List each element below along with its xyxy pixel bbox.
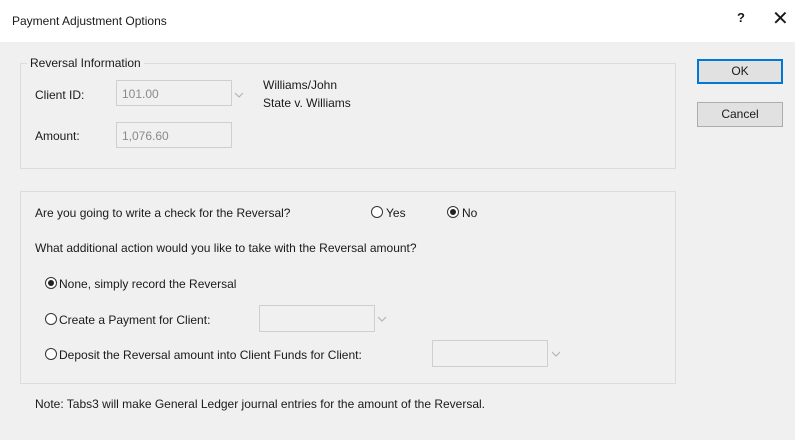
chevron-down-icon[interactable] xyxy=(233,89,245,101)
note-text: Note: Tabs3 will make General Ledger jou… xyxy=(35,397,486,411)
chevron-down-icon[interactable] xyxy=(376,313,388,325)
reversal-information-legend: Reversal Information xyxy=(27,56,144,70)
client-name: Williams/John xyxy=(263,78,338,92)
payment-label[interactable]: Create a Payment for Client: xyxy=(59,313,210,327)
action-question: What additional action would you like to… xyxy=(35,241,417,255)
payment-client-field[interactable] xyxy=(259,305,375,332)
amount-field[interactable]: 1,076.60 xyxy=(116,122,232,148)
check-question: Are you going to write a check for the R… xyxy=(35,206,291,220)
chevron-down-icon[interactable] xyxy=(550,348,562,360)
client-id-label: Client ID: xyxy=(35,88,85,102)
deposit-label[interactable]: Deposit the Reversal amount into Client … xyxy=(59,348,362,362)
help-button[interactable]: ? xyxy=(737,10,745,25)
none-radio[interactable] xyxy=(45,277,57,289)
yes-radio[interactable] xyxy=(371,206,383,218)
no-radio[interactable] xyxy=(447,206,459,218)
deposit-client-field[interactable] xyxy=(432,340,548,367)
deposit-radio[interactable] xyxy=(45,348,57,360)
no-label[interactable]: No xyxy=(462,206,477,220)
window-title: Payment Adjustment Options xyxy=(12,14,167,28)
amount-value: 1,076.60 xyxy=(122,129,169,143)
cancel-button[interactable]: Cancel xyxy=(697,102,783,127)
reversal-information-group xyxy=(20,63,676,169)
client-id-field[interactable]: 101.00 xyxy=(116,80,232,106)
payment-radio[interactable] xyxy=(45,313,57,325)
close-button[interactable]: ✕ xyxy=(772,6,789,31)
amount-label: Amount: xyxy=(35,129,80,143)
client-matter: State v. Williams xyxy=(263,96,351,110)
ok-button[interactable]: OK xyxy=(697,59,783,84)
yes-label[interactable]: Yes xyxy=(386,206,406,220)
client-id-value: 101.00 xyxy=(122,87,159,101)
title-bar: Payment Adjustment Options ? ✕ xyxy=(0,0,795,42)
none-label[interactable]: None, simply record the Reversal xyxy=(59,277,236,291)
